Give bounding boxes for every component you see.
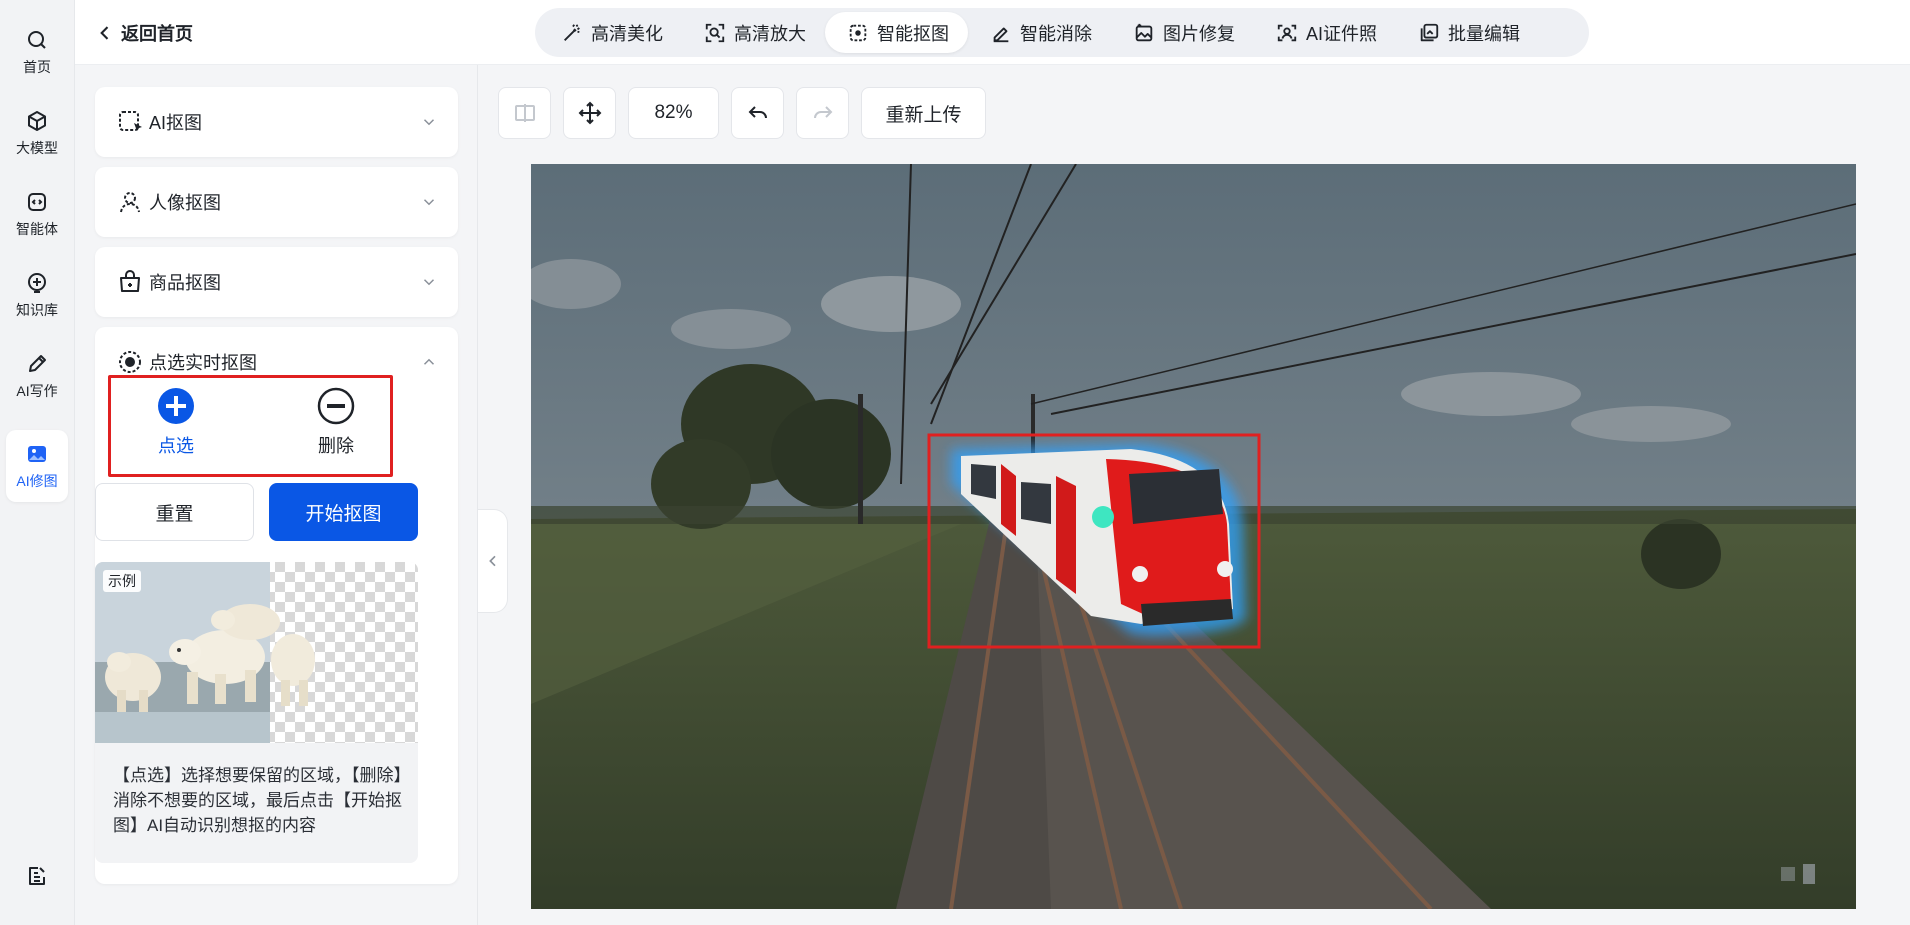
chevron-up-icon [423,358,435,365]
tab-label: 高清美化 [591,23,663,44]
tab-smart-erase[interactable]: 智能消除 [968,12,1111,53]
section-portrait-cutout[interactable]: 人像抠图 [95,167,458,237]
zoom-frame-icon [705,23,725,42]
compare-icon [514,104,535,122]
section-header[interactable]: 人像抠图 [95,167,458,237]
reupload-button[interactable]: 重新上传 [861,87,986,139]
left-rail: 首页 大模型 智能体 知识库 AI写作 AI修图 [0,0,75,925]
image-canvas[interactable] [531,164,1856,909]
pen-icon [29,354,46,372]
zoom-level[interactable]: 82% [628,87,719,139]
search-icon [28,30,46,49]
tab-label: 高清放大 [734,23,806,44]
rail-item-label: 首页 [23,58,51,75]
batch-edit-icon [1420,23,1439,41]
redo-button[interactable] [796,87,849,139]
redo-icon [813,106,832,119]
tab-label: AI证件照 [1306,23,1378,44]
compare-button[interactable] [498,87,551,139]
rail-item-ai-writing[interactable]: AI写作 [6,340,68,412]
collapse-panel-button[interactable] [478,509,508,613]
notes-icon [29,867,45,885]
undo-button[interactable] [731,87,784,139]
workspace: 82% 重新上传 [478,65,1910,925]
pan-button[interactable] [563,87,616,139]
section-ai-cutout[interactable]: AI抠图 [95,87,458,157]
rail-item-knowledge[interactable]: 知识库 [6,259,68,331]
feature-tabbar: 高清美化 高清放大 智能抠图 智能消除 图片修复 AI证件照 批量编辑 [535,8,1589,57]
section-product-cutout[interactable]: 商品抠图 [95,247,458,317]
chevron-down-icon [423,119,435,126]
rail-item-label: 智能体 [16,220,58,237]
example-card: 示例 【点选】选择想要保留的区域，【删除】消除不想要的区域，最后点击【开始抠图】… [95,562,418,863]
minus-circle-icon [317,387,355,425]
tab-hd-upscale[interactable]: 高清放大 [682,12,825,53]
chevron-left-icon [488,555,496,567]
tab-label: 图片修复 [1163,23,1235,44]
add-point-label: 点选 [158,436,194,456]
tab-smart-cutout[interactable]: 智能抠图 [825,12,968,53]
rail-item-label: 大模型 [16,139,58,156]
rail-item-models[interactable]: 大模型 [6,97,68,169]
start-cutout-button[interactable]: 开始抠图 [269,483,418,541]
section-label: 人像抠图 [149,193,221,213]
section-header[interactable]: 商品抠图 [95,247,458,317]
chevron-down-icon [423,199,435,206]
rail-item-label: AI写作 [16,382,58,399]
tab-label: 批量编辑 [1448,23,1521,44]
undo-icon [748,106,767,119]
cutout-icon [849,24,867,41]
remove-point-label: 删除 [318,436,354,456]
rail-item-label: 知识库 [16,301,58,318]
section-label: AI抠图 [149,113,203,133]
rail-item-home[interactable]: 首页 [6,16,68,88]
cube-icon [28,110,46,131]
photo-repair-icon [1135,23,1153,41]
chevron-down-icon [423,279,435,286]
tab-label: 智能抠图 [877,23,949,44]
back-home-label: 返回首页 [121,24,193,44]
plus-circle-icon [158,388,194,424]
rail-item-agents[interactable]: 智能体 [6,178,68,250]
back-home-button[interactable]: 返回首页 [95,20,193,46]
example-instructions: 【点选】选择想要保留的区域，【删除】消除不想要的区域，最后点击【开始抠图】AI自… [113,766,402,835]
ai-cutout-icon [119,111,142,131]
cutout-options-panel: AI抠图 人像抠图 商品抠图 点选实时抠图 点选 删除 重置 开始抠图 示例 【… [75,65,478,925]
example-image [95,562,418,743]
reset-button[interactable]: 重置 [95,483,254,541]
add-point-button[interactable]: 点选 [136,386,216,470]
rail-item-notes[interactable] [6,840,68,912]
point-select-icon [119,351,141,373]
section-label: 点选实时抠图 [149,353,257,373]
train-photo [531,164,1856,909]
mode-selection-highlight: 点选 删除 [108,375,393,477]
example-tag: 示例 [103,570,141,592]
rail-item-label: AI修图 [16,472,58,489]
tab-ai-id-photo[interactable]: AI证件照 [1254,12,1396,53]
tab-batch-edit[interactable]: 批量编辑 [1396,12,1539,53]
magic-wand-icon [564,23,580,41]
tab-photo-repair[interactable]: 图片修复 [1111,12,1254,53]
remove-point-button[interactable]: 删除 [296,386,376,470]
tab-label: 智能消除 [1020,23,1092,44]
agent-icon [28,192,46,211]
id-photo-icon [1277,24,1297,41]
portrait-icon [120,192,140,213]
knowledge-icon [28,272,46,293]
chevron-left-icon [100,26,109,40]
rail-item-ai-retouch[interactable]: AI修图 [6,430,68,502]
section-label: 商品抠图 [149,273,221,293]
image-icon [28,445,46,462]
move-icon [578,101,601,125]
tab-hd-beautify[interactable]: 高清美化 [539,12,682,53]
eraser-icon [993,26,1009,42]
section-header[interactable]: AI抠图 [95,87,458,157]
product-icon [120,270,140,292]
top-header: 返回首页 高清美化 高清放大 智能抠图 智能消除 图片修复 AI证件照 批量编辑 [75,0,1910,65]
